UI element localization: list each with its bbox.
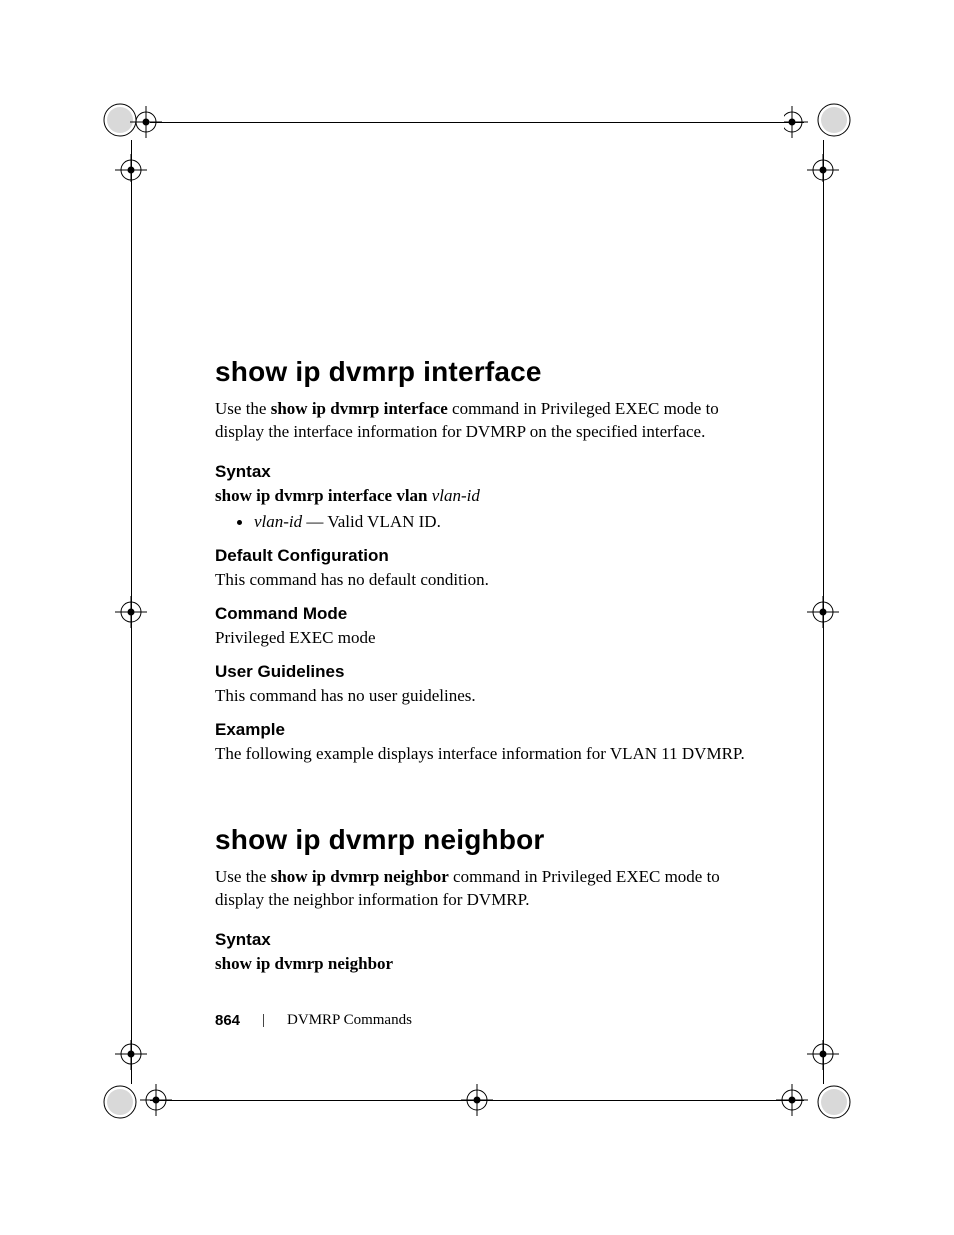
crop-line [150, 122, 804, 123]
syntax-line: show ip dvmrp interface vlan vlan-id [215, 486, 755, 506]
page-number: 864 [215, 1012, 240, 1029]
crop-line [131, 140, 132, 1084]
syntax-command: show ip dvmrp interface vlan [215, 486, 432, 505]
footer-title: DVMRP Commands [287, 1012, 412, 1029]
heading-show-ip-dvmrp-neighbor: show ip dvmrp neighbor [215, 824, 755, 856]
page: show ip dvmrp interface Use the show ip … [0, 0, 954, 1235]
registration-mark-icon [784, 92, 854, 182]
subheading-syntax: Syntax [215, 930, 755, 950]
subheading-default-configuration: Default Configuration [215, 546, 755, 566]
body-text: The following example displays interface… [215, 744, 755, 764]
intro-paragraph: Use the show ip dvmrp neighbor command i… [215, 866, 755, 912]
intro-paragraph: Use the show ip dvmrp interface command … [215, 398, 755, 444]
registration-mark-icon [774, 1040, 854, 1140]
crop-line [150, 1100, 804, 1101]
page-footer: 864 | DVMRP Commands [215, 1012, 412, 1029]
command-name: show ip dvmrp interface [271, 399, 448, 418]
content-area: show ip dvmrp interface Use the show ip … [215, 356, 755, 980]
syntax-arg: vlan-id [432, 486, 480, 505]
crop-line [823, 140, 824, 1084]
subheading-example: Example [215, 720, 755, 740]
separator-icon: | [262, 1012, 265, 1029]
bullet-text: vlan-id — Valid VLAN ID. [254, 512, 441, 532]
section-show-ip-dvmrp-neighbor: show ip dvmrp neighbor Use the show ip d… [215, 824, 755, 974]
subheading-user-guidelines: User Guidelines [215, 662, 755, 682]
text: Use the [215, 867, 271, 886]
body-text: This command has no default condition. [215, 570, 755, 590]
registration-mark-icon [100, 92, 170, 182]
heading-show-ip-dvmrp-interface: show ip dvmrp interface [215, 356, 755, 388]
body-text: Privileged EXEC mode [215, 628, 755, 648]
command-name: show ip dvmrp neighbor [271, 867, 449, 886]
syntax-command: show ip dvmrp neighbor [215, 954, 393, 973]
subheading-command-mode: Command Mode [215, 604, 755, 624]
arg-name: vlan-id [254, 512, 302, 531]
text: Use the [215, 399, 271, 418]
body-text: This command has no user guidelines. [215, 686, 755, 706]
registration-mark-icon [100, 1040, 180, 1140]
bullet-item: vlan-id — Valid VLAN ID. [237, 512, 755, 532]
syntax-line: show ip dvmrp neighbor [215, 954, 755, 974]
text: — Valid VLAN ID. [302, 512, 441, 531]
bullet-icon [237, 520, 242, 525]
subheading-syntax: Syntax [215, 462, 755, 482]
